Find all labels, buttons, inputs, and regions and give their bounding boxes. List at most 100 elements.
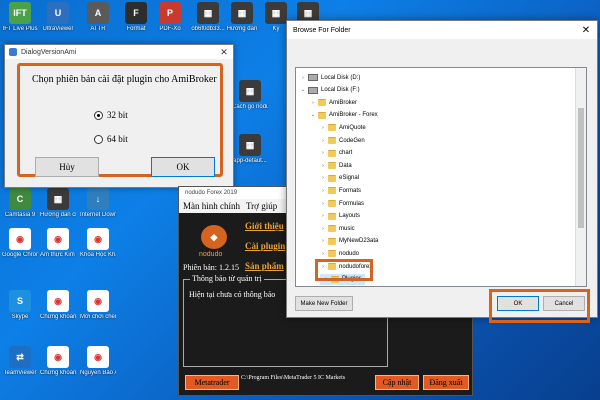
desktop-icon[interactable]: ◉ Mời chơi chen <box>80 290 116 321</box>
ok-cancel-highlight <box>489 289 590 323</box>
tree-item[interactable]: › MyNewD23ata <box>320 236 378 247</box>
link-gioi-thieu[interactable]: Giới thiệu <box>245 221 284 231</box>
chevron-right-icon[interactable]: › <box>310 100 316 106</box>
version-label: Phiên bản: 1.2.15 <box>183 263 239 272</box>
app-icon: ▦ <box>231 2 253 24</box>
radio-button[interactable] <box>94 134 103 144</box>
chevron-down-icon[interactable]: ⌄ <box>310 112 316 118</box>
tree-item[interactable]: › AmiQuote <box>320 122 366 133</box>
close-icon[interactable]: ✕ <box>215 47 233 58</box>
desktop-icon[interactable]: U UltraViewer <box>40 2 76 33</box>
chevron-down-icon[interactable]: ⌄ <box>300 87 306 93</box>
tree-item[interactable]: › chart <box>320 148 352 159</box>
chevron-right-icon[interactable]: › <box>320 213 326 219</box>
desktop-icon[interactable]: ▦ app-defaut... <box>232 134 268 165</box>
desktop-icon[interactable]: ◉ Chứng khoán Unza <box>40 290 76 321</box>
radio-32bit-label: 32 bit <box>107 110 128 120</box>
desktop-icon[interactable]: ▦ ob6f0db33... <box>190 2 226 33</box>
chevron-right-icon[interactable]: › <box>320 163 326 169</box>
desktop-icon-label: UltraViewer <box>42 26 74 32</box>
desktop-icon-label: Skype <box>11 314 29 320</box>
folder-icon <box>328 149 336 157</box>
ok-button[interactable]: OK <box>151 157 215 177</box>
desktop-icon[interactable]: ◉ Khóa Học Khai Pha... <box>80 228 116 259</box>
chevron-right-icon[interactable]: › <box>320 138 326 144</box>
desktop-icon-label: TeamViewer <box>3 370 37 376</box>
folder-icon <box>328 162 336 170</box>
chevron-right-icon[interactable]: › <box>300 75 306 81</box>
app-icon: ◉ <box>47 228 69 250</box>
browse-folder-title: Browse For Folder <box>293 26 351 34</box>
tree-item[interactable]: › Formulas <box>320 198 364 209</box>
desktop-icon[interactable]: F Format <box>118 2 154 33</box>
chevron-right-icon[interactable]: › <box>320 201 326 207</box>
chevron-right-icon[interactable]: › <box>320 150 326 156</box>
tree-item[interactable]: › CodeGen <box>320 135 365 146</box>
tree-item[interactable]: › Data <box>320 160 352 171</box>
desktop-icon[interactable]: C Camtasia 9 <box>2 188 38 219</box>
app-icon: ⇄ <box>9 346 31 368</box>
desktop-icon[interactable]: ◉ Chứng khoán LIVE DIL... <box>40 346 76 377</box>
chevron-right-icon[interactable]: › <box>320 226 326 232</box>
app-icon: P <box>159 2 181 24</box>
tree-item[interactable]: › Local Disk (D:) <box>300 72 360 83</box>
menu-help[interactable]: Trợ giúp <box>246 201 277 211</box>
app-icon: IFT <box>9 2 31 24</box>
radio-32bit[interactable]: 32 bit <box>94 110 128 120</box>
desktop-icon-label: Chứng khoán LIVE DIL... <box>40 370 76 376</box>
folder-icon <box>328 225 336 233</box>
plugins-highlight <box>315 259 373 281</box>
tree-item[interactable]: › AmiBroker <box>310 97 357 108</box>
scrollbar-thumb[interactable] <box>578 108 584 228</box>
menu-home[interactable]: Màn hình chính <box>183 201 240 211</box>
desktop-icon[interactable]: ◉ Google Chrome <box>2 228 38 259</box>
link-cai-plugin[interactable]: Cài plugin <box>245 241 285 251</box>
cancel-button[interactable]: Hủy <box>35 157 99 177</box>
tree-item-label: nodudo <box>339 250 360 257</box>
chevron-right-icon[interactable]: › <box>320 125 326 131</box>
desktop-icon[interactable]: ◉ Nguyễn Bảo Anh - Chrome <box>80 346 116 377</box>
tree-item-label: Formulas <box>339 200 365 207</box>
folder-icon <box>328 187 336 195</box>
update-button[interactable]: Cập nhật <box>375 375 419 390</box>
link-san-pham[interactable]: Sản phẩm <box>245 261 284 271</box>
desktop-icon[interactable]: A ATTR <box>80 2 116 33</box>
folder-icon <box>328 124 336 132</box>
desktop-icon-label: Hướng dẫn chỉ youtube <box>40 212 76 218</box>
desktop-icon[interactable]: ◉ Âm thực Kim Anh... <box>40 228 76 259</box>
tree-item[interactable]: › Layouts <box>320 211 360 222</box>
app-icon: ▦ <box>239 80 261 102</box>
logout-button[interactable]: Đăng xuất <box>423 375 469 390</box>
desktop-icon-label: Internet Downlo... <box>80 212 116 218</box>
tree-item[interactable]: › Formats <box>320 185 361 196</box>
tree-item[interactable]: › music <box>320 223 355 234</box>
tree-item-label: Local Disk (D:) <box>321 74 361 81</box>
tree-item-label: AmiBroker <box>329 99 358 106</box>
make-new-folder-button[interactable]: Make New Folder <box>295 296 353 311</box>
chevron-right-icon[interactable]: › <box>320 238 326 244</box>
radio-button-checked[interactable] <box>94 110 103 120</box>
tree-item[interactable]: › nodudo <box>320 248 359 259</box>
chevron-right-icon[interactable]: › <box>320 251 326 257</box>
tree-scrollbar[interactable] <box>575 68 586 286</box>
chevron-right-icon[interactable]: › <box>320 188 326 194</box>
close-icon[interactable]: ✕ <box>575 25 597 36</box>
tree-item[interactable]: ⌄ Local Disk (F:) <box>300 85 360 96</box>
desktop-icon[interactable]: ↓ Internet Downlo... <box>80 188 116 219</box>
tree-item[interactable]: › eSignal <box>320 173 359 184</box>
desktop-icon[interactable]: ▦ Hướng dẫn <box>224 2 260 33</box>
desktop-icon[interactable]: P PDF-Xo <box>152 2 188 33</box>
metatrader-button[interactable]: Metatrader <box>185 375 239 390</box>
desktop-icon-label: Camtasia 9 <box>4 212 36 218</box>
desktop-icon[interactable]: ▦ Hướng dẫn chỉ youtube <box>40 188 76 219</box>
folder-icon <box>328 250 336 258</box>
desktop-icon[interactable]: ▦ Cách gõ nodudo <box>232 80 268 111</box>
folder-tree[interactable]: › Local Disk (D:) ⌄ Local Disk (F:) › AmiBrok… <box>295 67 587 287</box>
desktop-icon[interactable]: IFT IFT Live Plus <box>2 2 38 33</box>
tree-item[interactable]: ⌄ AmiBroker - Forex <box>310 110 378 121</box>
chevron-right-icon[interactable]: › <box>320 175 326 181</box>
desktop-icon[interactable]: ⇄ TeamViewer <box>2 346 38 377</box>
radio-64bit[interactable]: 64 bit <box>94 134 128 144</box>
app-icon: C <box>9 188 31 210</box>
desktop-icon[interactable]: S Skype <box>2 290 38 321</box>
